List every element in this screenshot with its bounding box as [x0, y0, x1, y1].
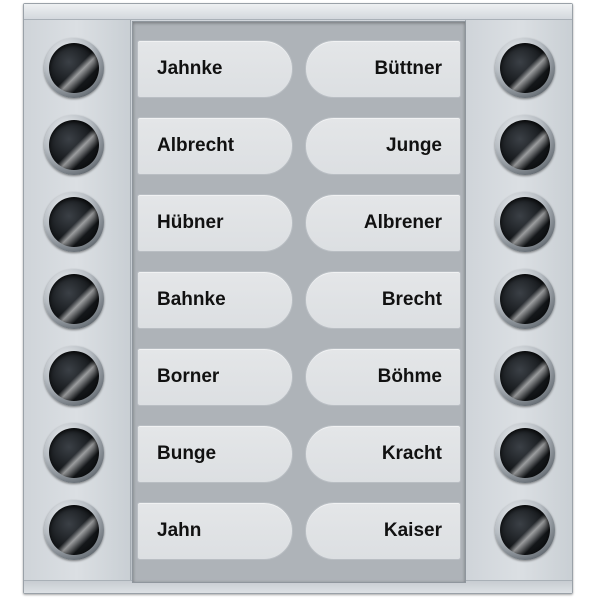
name-label-right-6: Kracht: [305, 425, 461, 483]
bell-push-button-icon-right-3[interactable]: [495, 192, 555, 252]
bell-push-button-icon-right-1[interactable]: [495, 38, 555, 98]
name-label-left-4: Bahnke: [137, 271, 293, 329]
bell-push-button-icon-left-5[interactable]: [44, 346, 104, 406]
bell-push-button-icon-left-1[interactable]: [44, 38, 104, 98]
name-label-right-2: Junge: [305, 117, 461, 175]
name-label-right-4: Brecht: [305, 271, 461, 329]
bell-push-button-icon-right-2[interactable]: [495, 115, 555, 175]
bell-push-button-icon-right-7[interactable]: [495, 500, 555, 560]
bell-push-button-icon-right-5[interactable]: [495, 346, 555, 406]
name-label-left-2: Albrecht: [137, 117, 293, 175]
bell-push-button-icon-left-6[interactable]: [44, 423, 104, 483]
bell-push-button-icon-left-4[interactable]: [44, 269, 104, 329]
doorbell-panel: Jahnke Albrecht Hübner Bahnke Borner Bun…: [23, 3, 573, 594]
bell-push-button-icon-left-7[interactable]: [44, 500, 104, 560]
name-label-right-3: Albrener: [305, 194, 461, 252]
bell-push-button-icon-left-3[interactable]: [44, 192, 104, 252]
name-label-left-6: Bunge: [137, 425, 293, 483]
name-label-window: Jahnke Albrecht Hübner Bahnke Borner Bun…: [132, 21, 466, 583]
name-label-left-3: Hübner: [137, 194, 293, 252]
bell-push-button-icon-right-4[interactable]: [495, 269, 555, 329]
name-label-left-5: Borner: [137, 348, 293, 406]
name-label-left-1: Jahnke: [137, 40, 293, 98]
bell-push-button-icon-right-6[interactable]: [495, 423, 555, 483]
panel-top-rail: [24, 4, 572, 20]
name-label-right-7: Kaiser: [305, 502, 461, 560]
name-label-right-5: Böhme: [305, 348, 461, 406]
name-label-right-1: Büttner: [305, 40, 461, 98]
name-label-left-7: Jahn: [137, 502, 293, 560]
bell-push-button-icon-left-2[interactable]: [44, 115, 104, 175]
